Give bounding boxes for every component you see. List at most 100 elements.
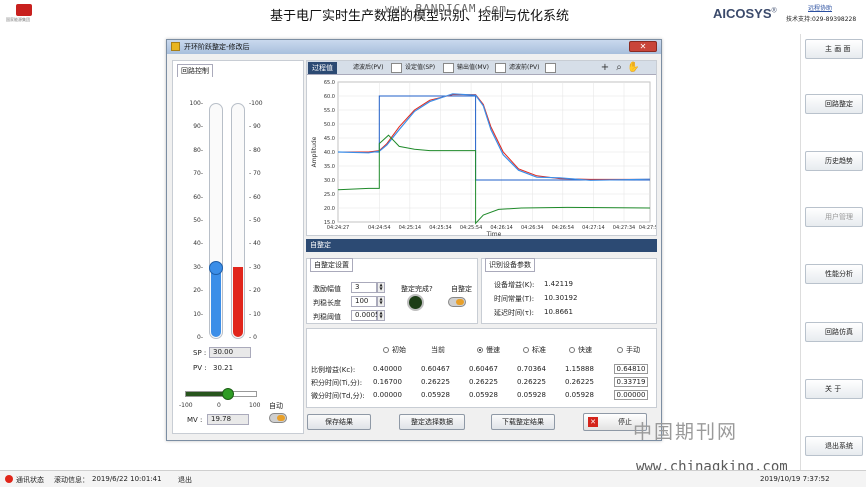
window-close-button[interactable]: ✕ [629,41,657,52]
ti-manual-input[interactable]: 0.33719 [614,377,648,387]
x-tick-label: 04:24:54 [368,225,390,231]
radio-slow[interactable] [477,347,483,353]
comm-status-icon [5,475,13,483]
toggle-dot [277,415,285,421]
excitation-stepper[interactable]: ▲ ▼ [377,282,385,293]
sp-slider-knob[interactable] [209,261,223,275]
x-tick-label: 04:24:27 [327,225,349,231]
logo-mark [16,4,32,16]
trend-icon [810,156,820,166]
sp-scale-tick: 70- [193,170,203,178]
mode-initial[interactable]: 初始 [383,345,406,355]
stable-threshold-input[interactable]: 0.0005 ▲ ▼ [351,310,385,321]
kc-label: 比例增益(Kc): [311,366,356,374]
pie-chart-icon [810,269,820,279]
y-tick-label: 25.0 [324,192,335,198]
radio-manual[interactable] [617,347,623,353]
mode-current[interactable]: 当前 [431,345,445,355]
plus-icon[interactable]: + [599,62,611,74]
download-results-button[interactable]: 下载整定结果 [491,414,555,430]
sp-scale-tick: 90- [193,123,203,131]
excitation-input[interactable]: 3 ▲ ▼ [351,282,385,293]
identified-params-tab[interactable]: 识别设备参数 [485,258,535,272]
window-titlebar[interactable]: 开环阶跃整定-修改后 ✕ [167,40,661,54]
ti-initial: 0.16700 [373,378,402,386]
x-tick-label: 04:27:51 [639,225,656,231]
process-value-chart: 65.0 60.0 55.0 50.0 45.0 40.0 35.0 30.0 25.0 20.0… [311,80,656,236]
stable-threshold-stepper[interactable]: ▲ ▼ [377,310,385,321]
x-tick-label: 04:26:54 [552,225,574,231]
window-title: 开环阶跃整定-修改后 [184,43,250,51]
mode-fast[interactable]: 快速 [569,345,592,355]
kc-manual-input[interactable]: 0.64810 [614,364,648,374]
auto-tune-toggle[interactable] [448,297,466,307]
pv-label: PV : [193,364,207,372]
mv-slider-knob[interactable] [222,388,234,400]
y-tick-label: 65.0 [324,80,335,86]
pv-scale-tick: - 60 [249,193,261,201]
pv-scale-tick: - 80 [249,146,261,154]
radio-initial[interactable] [383,347,389,353]
mode-standard[interactable]: 标准 [523,345,546,355]
mv-scale-min: -100 [179,402,193,409]
users-icon [810,212,820,222]
y-tick-label: 50.0 [324,122,335,128]
kc-initial: 0.40000 [373,365,402,373]
tune-selected-data-button[interactable]: 整定选择数据 [399,414,465,430]
pv-bar [231,103,245,339]
chart-toolbar: 过程值 滤波后(PV) 设定值(SP) 输出值(MV) 滤波前(PV) + ⌕ … [307,61,656,75]
left-gutter [0,34,170,470]
mv-value: 19.78 [207,414,249,425]
time-constant-value: 10.30192 [544,294,578,302]
menu-performance-analysis[interactable]: 性能分析 [805,264,863,284]
delay-value: 10.8661 [544,308,573,316]
remote-help-link[interactable]: 远程协助 [808,3,832,12]
support-phone: 技术支持:029-89398228 [786,16,857,23]
stable-length-stepper[interactable]: ▲ ▼ [377,296,385,307]
x-tick-label: 04:27:14 [582,225,604,231]
company-logo: 国家能源集团 [6,4,42,26]
window-app-icon [171,42,180,51]
y-tick-label: 20.0 [324,206,335,212]
pv-scale-tick: -100 [249,100,263,107]
menu-about[interactable]: 关 于 [805,379,863,399]
hand-icon[interactable]: ✋ [627,62,639,74]
sp-bar-fill [211,267,221,337]
mv-slider-track[interactable] [185,391,257,397]
legend-extra[interactable] [543,63,556,73]
legend-pv-raw[interactable]: 滤波前(PV) [493,63,539,73]
menu-loop-tuning[interactable]: 回路整定 [805,94,863,114]
legend-sp[interactable]: 设定值(SP) [389,63,435,73]
td-slow: 0.05928 [469,391,498,399]
x-tick-label: 04:25:54 [460,225,482,231]
menu-history-trend[interactable]: 历史趋势 [805,151,863,171]
menu-loop-simulation[interactable]: 回路仿真 [805,322,863,342]
save-results-button[interactable]: 保存结果 [307,414,371,430]
radio-fast[interactable] [569,347,575,353]
menu-main-screen[interactable]: 主 画 面 [805,39,863,59]
mode-slow[interactable]: 慢速 [477,345,500,355]
brand-name: AICOSYS® [713,6,777,21]
auto-tune-settings-tab[interactable]: 自整定设置 [310,258,353,272]
ti-label: 积分时间(Ti,分): [311,379,363,387]
radio-standard[interactable] [523,347,529,353]
auto-toggle[interactable] [269,413,287,423]
auto-tune-header: 自整定 [306,239,657,252]
menu-exit[interactable]: 退出系统 [805,436,863,456]
td-manual-input[interactable]: 0.00000 [614,390,648,400]
menu-user-management[interactable]: 用户管理 [805,207,863,227]
sp-label: SP : [193,349,207,357]
mode-manual[interactable]: 手动 [617,345,640,355]
sp-bar [209,103,223,339]
zoom-icon[interactable]: ⌕ [613,62,625,74]
loop-control-tab[interactable]: 回路控制 [177,64,213,77]
process-value-tab[interactable]: 过程值 [308,62,337,74]
legend-mv[interactable]: 输出值(MV) [441,63,489,73]
pv-scale-tick: - 0 [249,334,257,341]
stable-length-input[interactable]: 100 ▲ ▼ [351,296,385,307]
legend-pv-filtered[interactable]: 滤波后(PV) [353,63,383,73]
sp-scale-tick: 0- [197,334,203,341]
time-constant-label: 时间常量(T): [494,295,535,303]
y-tick-label: 55.0 [324,108,335,114]
process-value-panel: 过程值 滤波后(PV) 设定值(SP) 输出值(MV) 滤波前(PV) + ⌕ … [306,60,657,236]
